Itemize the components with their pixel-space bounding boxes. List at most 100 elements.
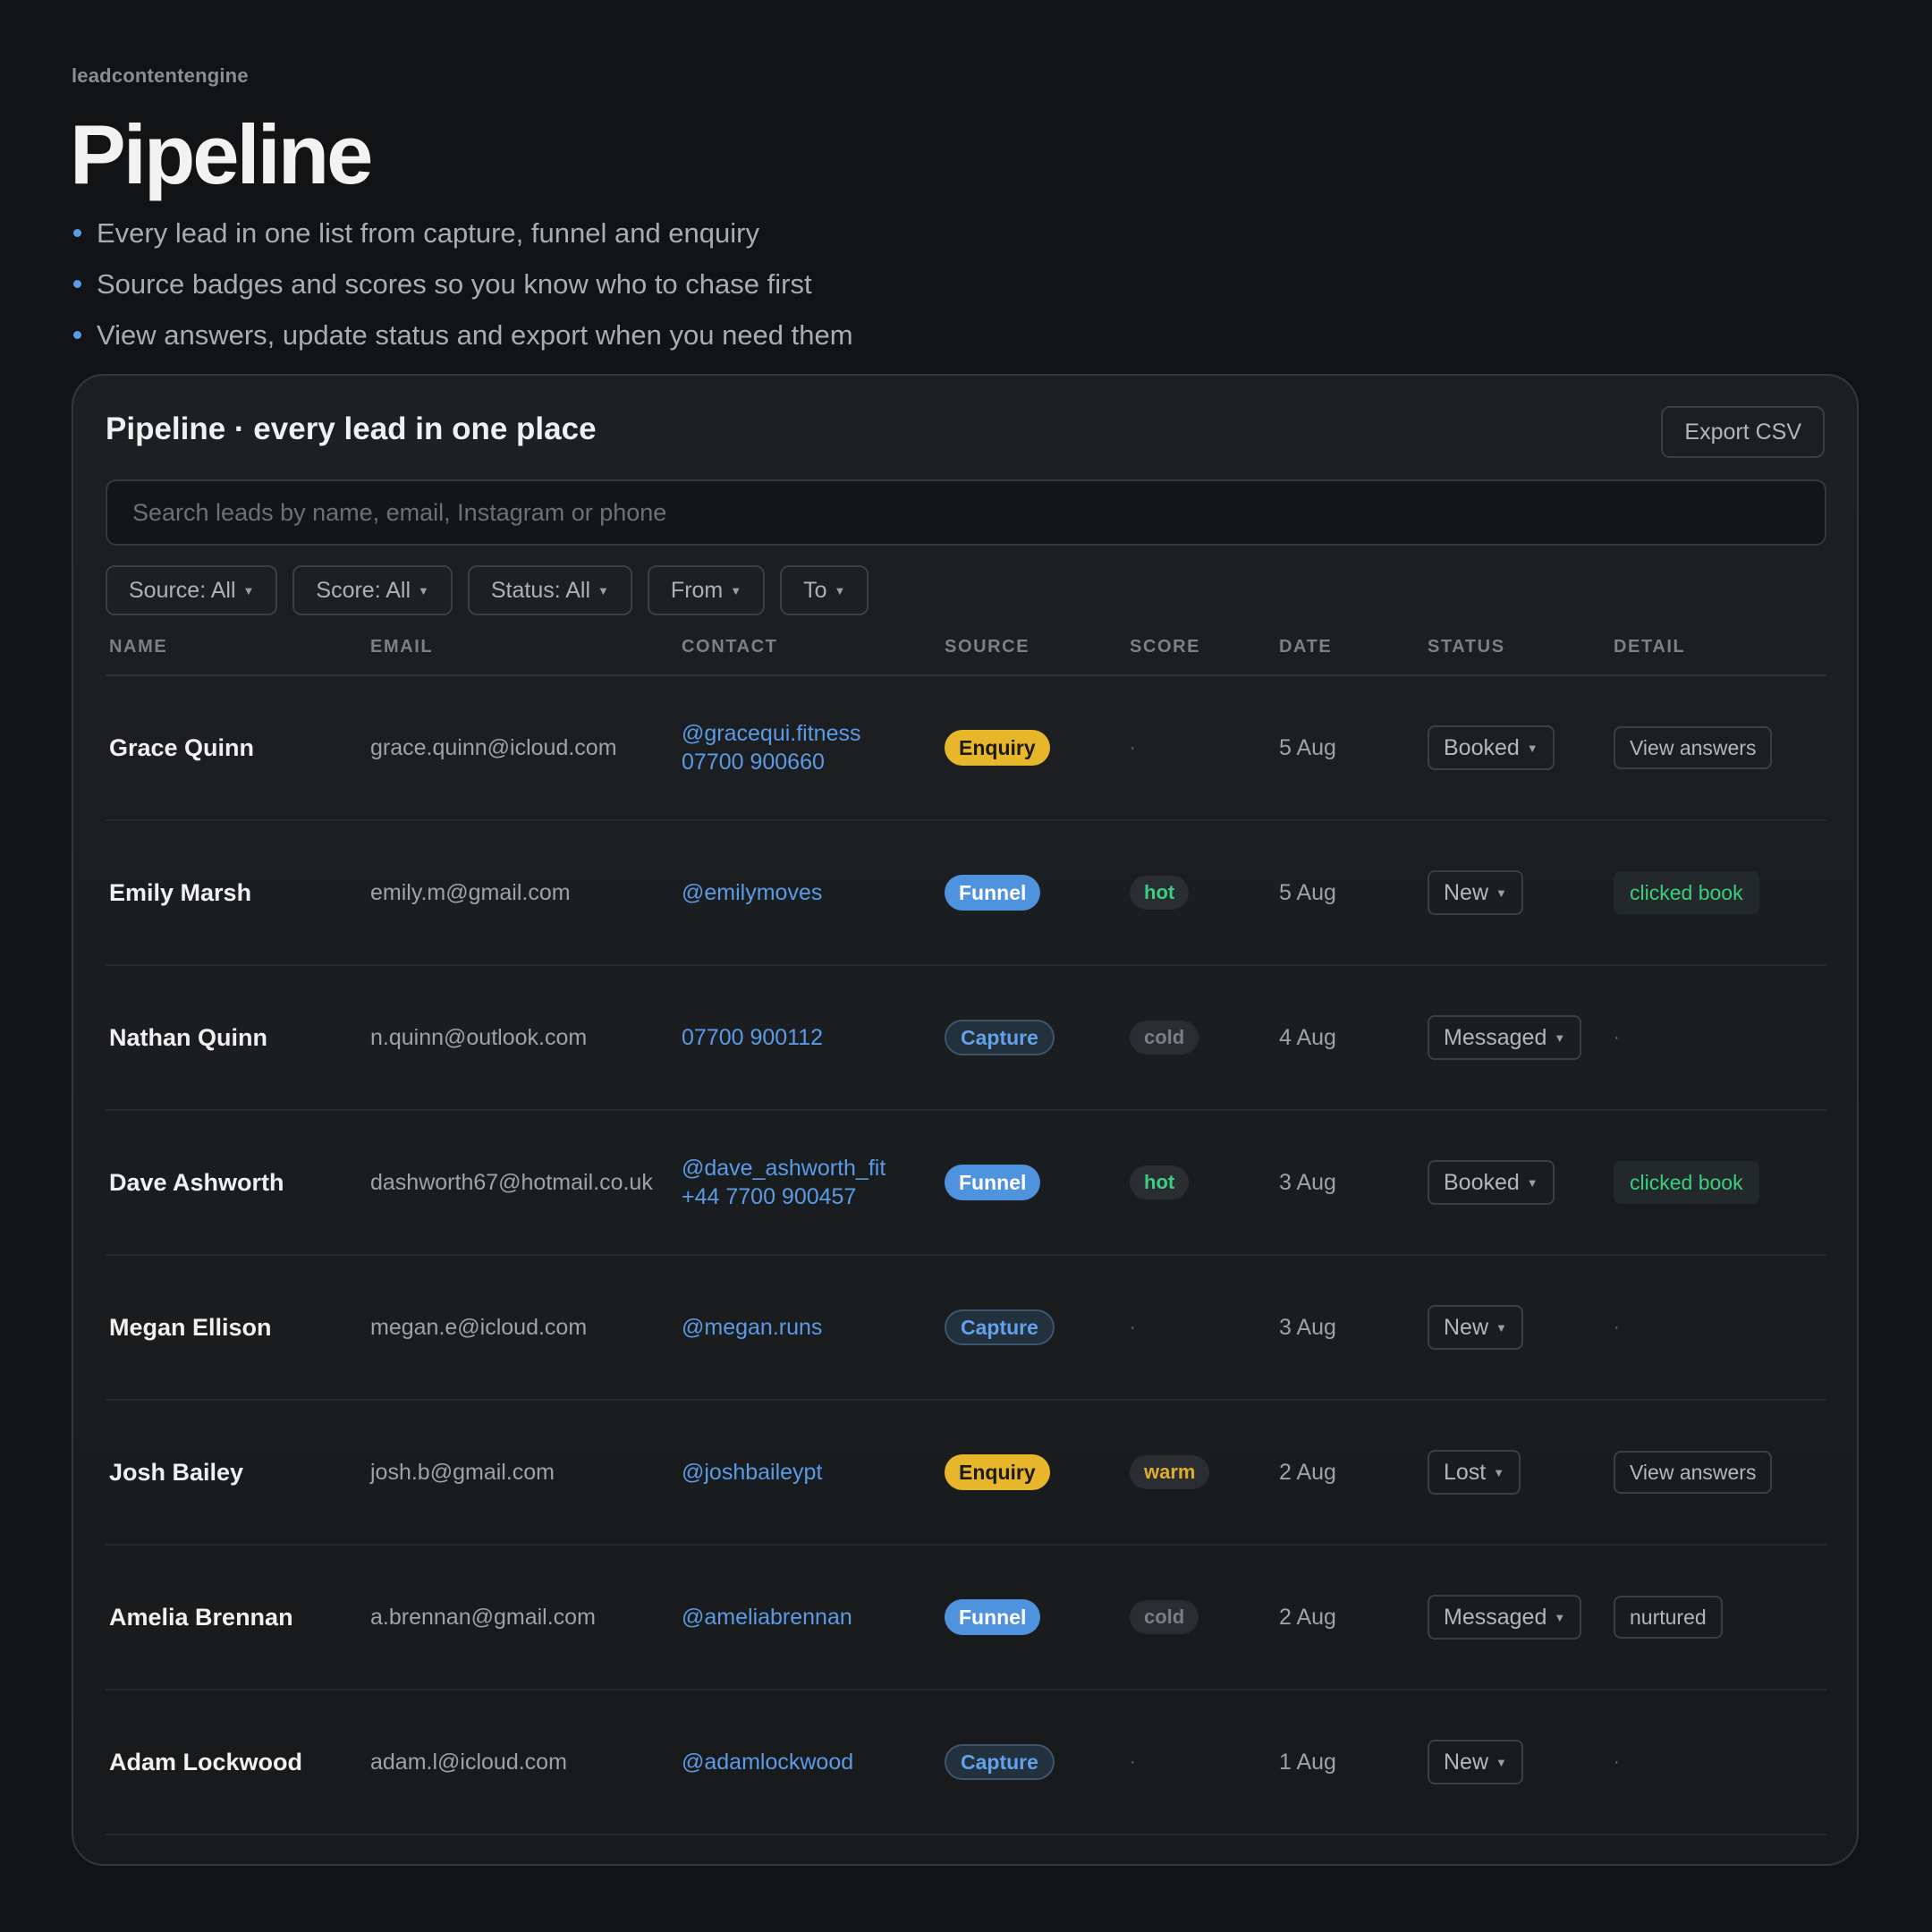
lead-contact: @adamlockwood <box>682 1690 853 1834</box>
lead-date: 3 Aug <box>1279 1314 1336 1340</box>
table-row[interactable]: Adam Lockwood adam.l@icloud.com @adamlockw… <box>106 1690 1826 1835</box>
score-empty: · <box>1130 1317 1136 1337</box>
column-header-date[interactable]: DATE <box>1279 637 1332 657</box>
score-empty: · <box>1130 737 1136 758</box>
lead-contact: @megan.runs <box>682 1256 822 1399</box>
table-row[interactable]: Josh Bailey josh.b@gmail.com @joshbaileypt… <box>106 1401 1826 1546</box>
contact-link[interactable]: @ameliabrennan <box>682 1603 852 1631</box>
detail-cell: View answers <box>1614 676 1773 819</box>
lead-name: Grace Quinn <box>109 733 255 761</box>
filter-bar: Source: All ▼ Score: All ▼ Status: All ▼ Fr… <box>106 565 884 615</box>
status-dropdown[interactable]: New ▼ <box>1428 870 1523 915</box>
status-dropdown[interactable]: Booked ▼ <box>1428 725 1555 770</box>
column-header-name[interactable]: NAME <box>109 637 167 657</box>
detail-empty: · <box>1614 1751 1620 1772</box>
lead-email: grace.quinn@icloud.com <box>370 734 617 760</box>
view-answers-button[interactable]: nurtured <box>1614 1596 1723 1639</box>
caret-down-icon: ▼ <box>597 584 609 597</box>
status-dropdown[interactable]: New ▼ <box>1428 1740 1523 1784</box>
view-answers-button[interactable]: View answers <box>1614 1451 1773 1494</box>
table-row[interactable]: Megan Ellison megan.e@icloud.com @megan.ru… <box>106 1256 1826 1401</box>
lead-contact: @joshbaileypt <box>682 1401 822 1544</box>
brand-label: leadcontentengine <box>72 64 249 87</box>
source-cell: Capture <box>945 966 1055 1109</box>
table-row[interactable]: Dave Ashworth dashworth67@hotmail.co.uk @d… <box>106 1111 1826 1256</box>
status-value: New <box>1444 880 1489 905</box>
filter-label: From <box>670 578 724 603</box>
caret-down-icon: ▼ <box>1554 1611 1566 1624</box>
status-dropdown[interactable]: Lost ▼ <box>1428 1450 1521 1495</box>
status-value: New <box>1444 1315 1489 1340</box>
lead-date: 3 Aug <box>1279 1169 1336 1195</box>
detail-cell: nurtured <box>1614 1546 1723 1689</box>
caret-down-icon: ▼ <box>1554 1031 1566 1045</box>
detail-empty: · <box>1614 1027 1620 1047</box>
caret-down-icon: ▼ <box>1496 886 1507 900</box>
lead-name: Nathan Quinn <box>109 1023 267 1051</box>
detail-cell: clicked book <box>1614 821 1759 964</box>
status-dropdown[interactable]: Messaged ▼ <box>1428 1015 1582 1060</box>
status-cell: New ▼ <box>1428 1690 1523 1834</box>
source-cell: Capture <box>945 1256 1055 1399</box>
caret-down-icon: ▼ <box>418 584 429 597</box>
filter-source[interactable]: Source: All ▼ <box>106 565 278 615</box>
export-csv-button[interactable]: Export CSV <box>1661 406 1825 458</box>
search-input[interactable]: Search leads by name, email, Instagram o… <box>106 479 1826 546</box>
contact-link[interactable]: @gracequi.fitness <box>682 719 860 748</box>
caret-down-icon: ▼ <box>242 584 255 597</box>
contact-link[interactable]: @dave_ashworth_fit <box>682 1154 886 1182</box>
column-header-email[interactable]: EMAIL <box>370 637 433 657</box>
score-cell: hot <box>1130 821 1190 964</box>
status-value: Messaged <box>1444 1025 1547 1050</box>
contact-link[interactable]: +44 7700 900457 <box>682 1182 856 1211</box>
filter-label: Status: All <box>490 578 591 603</box>
detail-cell: clicked book <box>1614 1111 1759 1254</box>
feature-item: Every lead in one list from capture, fun… <box>72 208 853 258</box>
contact-link[interactable]: @emilymoves <box>682 878 822 907</box>
status-value: New <box>1444 1750 1489 1775</box>
contact-link[interactable]: 07700 900660 <box>682 748 825 776</box>
column-header-score[interactable]: SCORE <box>1130 637 1200 657</box>
table-row[interactable]: Amelia Brennan a.brennan@gmail.com @amelia… <box>106 1546 1826 1690</box>
column-header-contact[interactable]: CONTACT <box>682 637 777 657</box>
filter-to-date[interactable]: To ▼ <box>780 565 869 615</box>
lead-date: 1 Aug <box>1279 1749 1336 1775</box>
column-header-source[interactable]: SOURCE <box>945 637 1030 657</box>
contact-link[interactable]: @joshbaileypt <box>682 1458 822 1487</box>
caret-down-icon: ▼ <box>1526 741 1538 755</box>
status-dropdown[interactable]: Messaged ▼ <box>1428 1595 1582 1640</box>
column-header-status[interactable]: STATUS <box>1428 637 1505 657</box>
score-badge: hot <box>1130 876 1190 910</box>
lead-name: Amelia Brennan <box>109 1603 293 1631</box>
table-row[interactable]: Nathan Quinn n.quinn@outlook.com 07700 900… <box>106 966 1826 1111</box>
source-badge: Funnel <box>945 1165 1041 1200</box>
lead-date: 2 Aug <box>1279 1604 1336 1630</box>
lead-date: 5 Aug <box>1279 879 1336 905</box>
source-badge: Enquiry <box>945 1454 1050 1490</box>
detail-tag: clicked book <box>1614 1161 1759 1204</box>
view-answers-button[interactable]: View answers <box>1614 726 1773 769</box>
lead-date: 4 Aug <box>1279 1024 1336 1050</box>
table-row[interactable]: Emily Marsh emily.m@gmail.com @emilymoves F… <box>106 821 1826 966</box>
score-badge: warm <box>1130 1455 1210 1489</box>
score-cell: hot <box>1130 1111 1190 1254</box>
contact-link[interactable]: @adamlockwood <box>682 1748 853 1776</box>
contact-link[interactable]: @megan.runs <box>682 1313 822 1342</box>
status-dropdown[interactable]: Booked ▼ <box>1428 1160 1555 1205</box>
lead-contact: @gracequi.fitness 07700 900660 <box>682 676 860 819</box>
status-value: Booked <box>1444 1170 1520 1195</box>
status-dropdown[interactable]: New ▼ <box>1428 1305 1523 1350</box>
filter-status[interactable]: Status: All ▼ <box>467 565 632 615</box>
feature-list: Every lead in one list from capture, fun… <box>72 208 853 360</box>
score-cell: cold <box>1130 1546 1199 1689</box>
column-header-detail[interactable]: DETAIL <box>1614 637 1685 657</box>
filter-from-date[interactable]: From ▼ <box>647 565 766 615</box>
contact-link[interactable]: 07700 900112 <box>682 1023 823 1052</box>
filter-label: Score: All <box>316 578 411 603</box>
table-row[interactable]: Grace Quinn grace.quinn@icloud.com @graceq… <box>106 676 1826 821</box>
status-cell: Booked ▼ <box>1428 676 1555 819</box>
filter-score[interactable]: Score: All ▼ <box>292 565 453 615</box>
source-badge: Capture <box>945 1020 1055 1055</box>
source-badge: Funnel <box>945 1599 1041 1635</box>
score-cell: cold <box>1130 966 1199 1109</box>
